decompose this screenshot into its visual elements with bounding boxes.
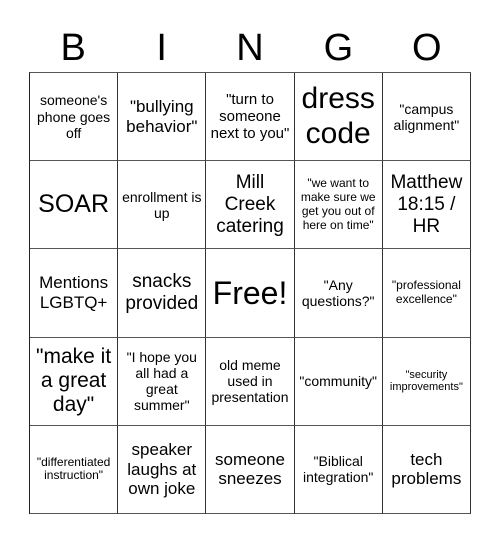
bingo-cell-r3-c1[interactable]: Mentions LGBTQ+ (30, 249, 119, 338)
bingo-cell-r5-c2[interactable]: speaker laughs at own joke (118, 425, 207, 514)
bingo-cell-text: tech problems (391, 449, 462, 489)
bingo-cell-r5-c1[interactable]: "differentiated instruction" (30, 425, 119, 514)
bingo-cell-r1-c4[interactable]: dress code (294, 73, 383, 162)
bingo-cell-text: "campus alignment" (393, 100, 460, 133)
bingo-cell-text: snacks provided (125, 271, 199, 314)
bingo-cell-r4-c5[interactable]: "security improvements" (382, 337, 471, 426)
bingo-cell-text: old meme used in presentation (211, 357, 289, 406)
bingo-cell-text: "bullying behavior" (126, 97, 198, 136)
bingo-cell-r2-c2[interactable]: enrollment is up (118, 161, 207, 250)
bingo-cell-r5-c5[interactable]: tech problems (382, 425, 471, 514)
bingo-cell-text: "differentiated instruction" (36, 454, 111, 483)
bingo-cell-r4-c1[interactable]: "make it a great day" (30, 337, 119, 426)
bingo-cell-text: speaker laughs at own joke (127, 440, 197, 499)
bingo-cell-r3-c4[interactable]: "Any questions?" (294, 249, 383, 338)
bingo-cell-r1-c3[interactable]: "turn to someone next to you" (206, 73, 295, 162)
bingo-cell-text: someone sneezes (215, 449, 285, 489)
bingo-cell-r2-c4[interactable]: "we want to make sure we get you out of … (294, 161, 383, 250)
bingo-cell-r2-c3[interactable]: Mill Creek catering (206, 161, 295, 250)
header-letter-i: I (156, 27, 167, 69)
bingo-cell-text: Mill Creek catering (216, 172, 284, 237)
header-letter-o: O (412, 27, 442, 69)
bingo-cell-text: "turn to someone next to you" (210, 90, 290, 143)
bingo-cell-text: someone's phone goes off (37, 92, 111, 141)
header-letter-g: G (323, 27, 354, 69)
bingo-cell-text: Mentions LGBTQ+ (39, 273, 109, 312)
bingo-cell-r4-c2[interactable]: "I hope you all had a great summer" (118, 337, 207, 426)
bingo-cell-text: SOAR (38, 190, 110, 219)
bingo-cell-text: "Any questions?" (301, 276, 375, 309)
bingo-cell-r1-c5[interactable]: "campus alignment" (382, 73, 471, 162)
bingo-cell-r4-c4[interactable]: "community" (294, 337, 383, 426)
bingo-cell-text: Free! (212, 274, 288, 311)
bingo-cell-text: dress code (301, 82, 375, 150)
bingo-cell-r3-c2[interactable]: snacks provided (118, 249, 207, 338)
bingo-cell-r5-c4[interactable]: "Biblical integration" (294, 425, 383, 514)
bingo-cell-text: "professional excellence" (391, 278, 461, 306)
bingo-cell-text: "make it a great day" (36, 344, 112, 417)
bingo-cell-r5-c3[interactable]: someone sneezes (206, 425, 295, 514)
bingo-cell-r3-c5[interactable]: "professional excellence" (382, 249, 471, 338)
bingo-cell-r4-c3[interactable]: old meme used in presentation (206, 337, 295, 426)
bingo-cell-r2-c5[interactable]: Matthew 18:15 / HR (382, 161, 471, 250)
bingo-cell-r3-c3[interactable]: Free! (206, 249, 295, 338)
bingo-grid: someone's phone goes off "bullying behavi… (29, 72, 471, 514)
bingo-cell-r1-c1[interactable]: someone's phone goes off (30, 73, 119, 162)
bingo-cell-text: "we want to make sure we get you out of … (300, 176, 376, 232)
bingo-cell-text: enrollment is up (122, 188, 202, 221)
bingo-cell-r2-c1[interactable]: SOAR (30, 161, 119, 250)
bingo-cell-text: "Biblical integration" (303, 453, 374, 486)
header-letter-n: N (236, 27, 264, 69)
header-letter-b: B (60, 27, 86, 69)
bingo-cell-text: "I hope you all had a great summer" (126, 349, 197, 414)
bingo-header: B I N G O (29, 24, 471, 72)
bingo-cell-text: "security improvements" (389, 368, 463, 394)
bingo-cell-text: "community" (299, 373, 377, 390)
bingo-cell-text: Matthew 18:15 / HR (390, 172, 463, 237)
bingo-cell-r1-c2[interactable]: "bullying behavior" (118, 73, 207, 162)
